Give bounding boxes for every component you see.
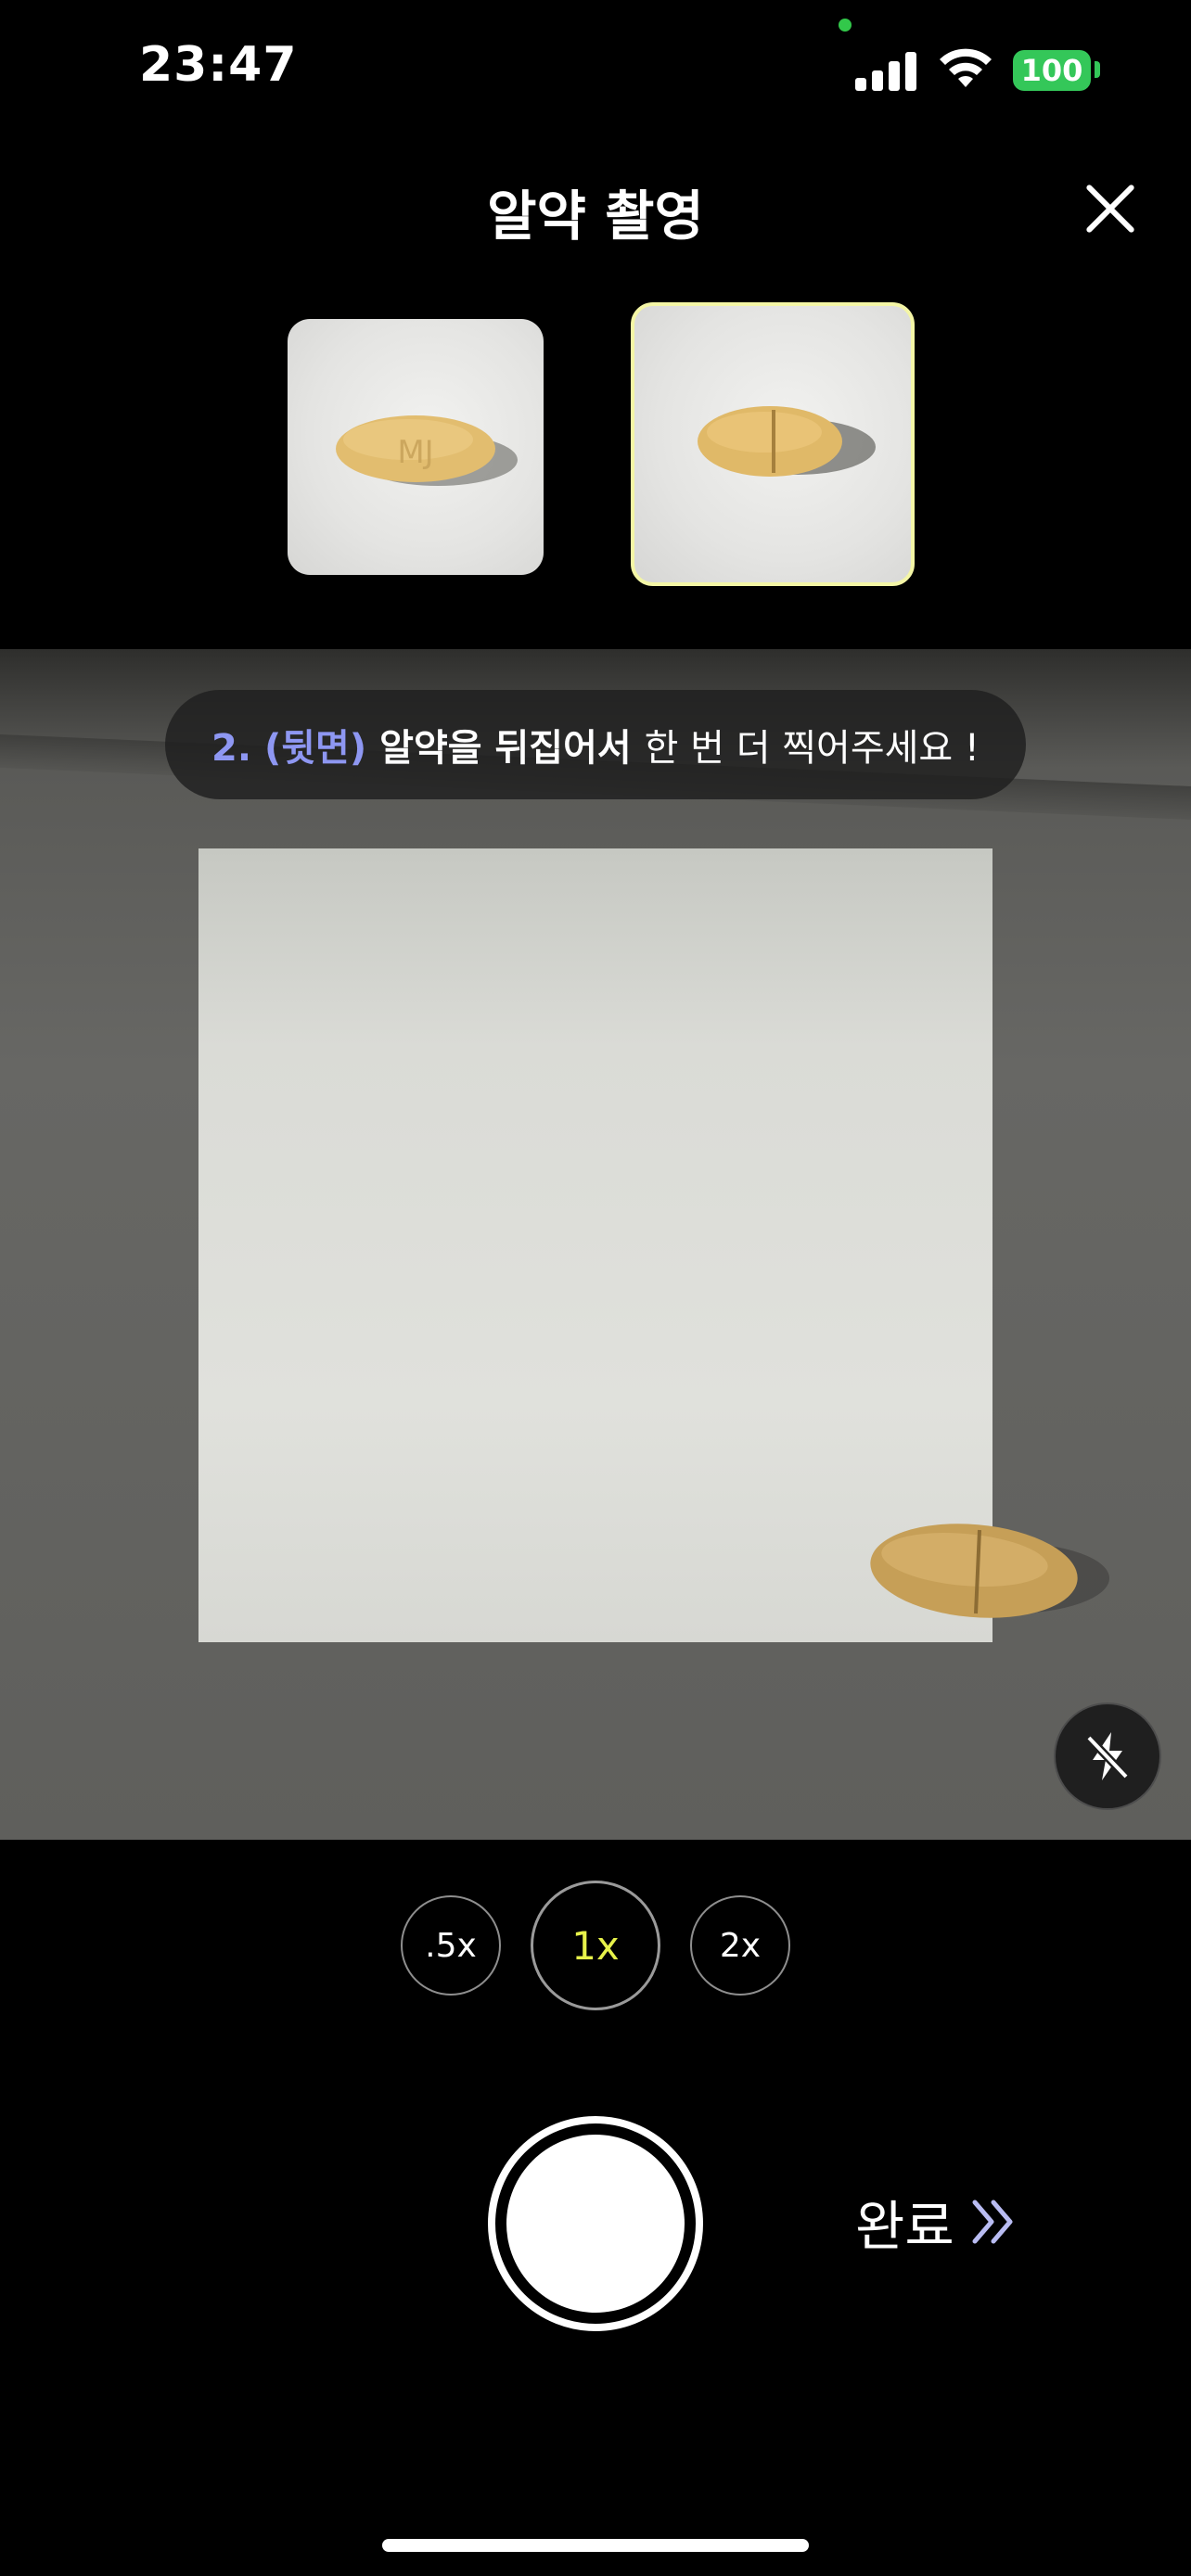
zoom-0.5x-button[interactable]: .5x <box>401 1895 501 1996</box>
double-chevron-right-icon <box>972 2200 1013 2244</box>
battery-tip <box>1095 61 1100 78</box>
instruction-text: 한 번 더 찍어주세요 ! <box>644 727 980 770</box>
home-indicator <box>382 2539 809 2552</box>
shutter-button-inner[interactable] <box>506 2135 685 2313</box>
done-label: 완료 <box>855 2195 954 2258</box>
pill-imprint: MJ <box>397 434 433 471</box>
battery-indicator: 100 <box>1013 50 1091 91</box>
instruction-emphasis: 알약을 뒤집어서 <box>379 727 632 770</box>
pill-front-image: MJ <box>336 415 518 486</box>
instruction-banner: 2. (뒷면) 알약을 뒤집어서 한 번 더 찍어주세요 ! <box>165 690 1026 799</box>
wifi-icon <box>940 48 992 87</box>
pill-back-image <box>698 406 876 477</box>
zoom-1x-button[interactable]: 1x <box>531 1881 660 2010</box>
flash-toggle-button[interactable] <box>1054 1702 1161 1810</box>
close-icon[interactable] <box>1083 182 1137 236</box>
thumbnail-pill-front[interactable]: MJ <box>288 319 544 575</box>
camera-in-use-indicator <box>839 19 852 32</box>
flash-off-icon <box>1085 1732 1130 1780</box>
page-title: 알약 촬영 <box>487 185 704 248</box>
cellular-signal-icon <box>855 50 918 91</box>
pill-in-preview <box>870 1524 1109 1618</box>
done-button[interactable]: 완료 <box>855 2185 1018 2259</box>
instruction-step: 2. (뒷면) <box>211 727 367 770</box>
status-time: 23:47 <box>139 37 298 93</box>
thumbnail-pill-back-selected[interactable] <box>631 302 915 586</box>
zoom-2x-button[interactable]: 2x <box>690 1895 790 1996</box>
